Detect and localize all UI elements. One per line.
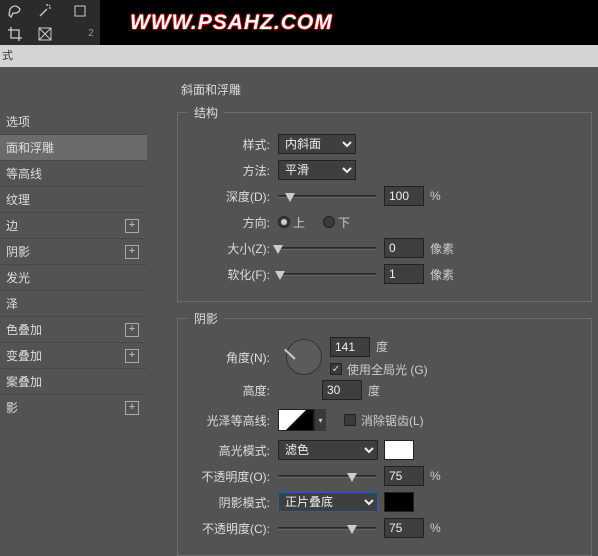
structure-legend: 结构 [188, 104, 224, 121]
depth-unit: % [430, 189, 441, 203]
gloss-label: 光泽等高线: [188, 412, 270, 429]
shadow-opacity-unit: % [430, 521, 441, 535]
banner-text: WWW.PSAHZ.COM [130, 11, 333, 35]
structure-group: 结构 样式: 内斜面 方法: 平滑 深度(D): % 方向: 上 下 [177, 104, 592, 302]
effects-sidebar: 选项 面和浮雕 等高线 纹理 边+ 阴影+ 发光 泽 色叠加+ 变叠加+ 案叠加… [0, 67, 147, 536]
highlight-opacity-label: 不透明度(O): [188, 468, 270, 485]
highlight-mode-label: 高光模式: [188, 442, 270, 459]
shadow-mode-label: 阴影模式: [188, 494, 270, 511]
sidebar-item-coloroverlay[interactable]: 色叠加+ [0, 316, 147, 342]
global-light-label: 使用全局光 (G) [347, 361, 428, 378]
sidebar-item-glow[interactable]: 发光 [0, 264, 147, 290]
sidebar-item-contour[interactable]: 等高线 [0, 160, 147, 186]
plus-icon[interactable]: + [125, 401, 139, 415]
plus-icon[interactable]: + [125, 323, 139, 337]
highlight-opacity-slider[interactable] [278, 469, 376, 483]
highlight-opacity-input[interactable] [384, 466, 424, 486]
sidebar-item-stroke[interactable]: 边+ [0, 212, 147, 238]
shading-legend: 阴影 [188, 310, 224, 327]
depth-slider[interactable] [278, 189, 376, 203]
soften-unit: 像素 [430, 266, 454, 283]
plus-icon[interactable]: + [125, 349, 139, 363]
technique-label: 方法: [188, 162, 270, 179]
antialias-label: 消除锯齿(L) [361, 412, 424, 429]
plus-icon[interactable]: + [125, 245, 139, 259]
panel-title: 斜面和浮雕 [181, 81, 592, 98]
sidebar-item-dropshadow[interactable]: 影+ [0, 394, 147, 420]
depth-label: 深度(D): [188, 188, 270, 205]
shadow-mode-select[interactable]: 正片叠底 [278, 492, 378, 512]
soften-input[interactable] [384, 264, 424, 284]
size-input[interactable] [384, 238, 424, 258]
sidebar-section-label: 选项 [0, 109, 147, 134]
sidebar-item-texture[interactable]: 纹理 [0, 186, 147, 212]
banner: WWW.PSAHZ.COM [100, 0, 598, 45]
altitude-label: 高度: [188, 382, 270, 399]
shadow-color-swatch[interactable] [384, 492, 414, 512]
shading-group: 阴影 角度(N): 度 使用全局光 (G) 高度: [177, 310, 592, 556]
angle-unit: 度 [376, 338, 388, 355]
direction-up-label: 上 [293, 214, 305, 231]
highlight-mode-select[interactable]: 滤色 [278, 440, 378, 460]
size-label: 大小(Z): [188, 240, 270, 257]
altitude-input[interactable] [322, 380, 362, 400]
sidebar-item-patternoverlay[interactable]: 案叠加 [0, 368, 147, 394]
soften-label: 软化(F): [188, 266, 270, 283]
soften-slider[interactable] [278, 267, 376, 281]
crop-icon[interactable] [0, 23, 30, 45]
direction-up-radio[interactable] [278, 216, 290, 228]
direction-down-radio[interactable] [323, 216, 335, 228]
technique-select[interactable]: 平滑 [278, 160, 356, 180]
direction-down-label: 下 [338, 214, 350, 231]
highlight-color-swatch[interactable] [384, 440, 414, 460]
size-slider[interactable] [278, 241, 376, 255]
antialias-checkbox[interactable] [344, 414, 356, 426]
tool-options-icon[interactable] [60, 0, 100, 22]
top-toolbar: 2 WWW.PSAHZ.COM [0, 0, 598, 45]
direction-label: 方向: [188, 214, 270, 231]
tool-number-indicator: 2 [60, 23, 100, 45]
wand-icon[interactable] [30, 0, 60, 22]
style-label: 样式: [188, 136, 270, 153]
gloss-contour-picker[interactable]: ▾ [278, 409, 326, 431]
depth-input[interactable] [384, 186, 424, 206]
lasso-icon[interactable] [0, 0, 30, 22]
slice-icon[interactable] [30, 23, 60, 45]
tab-row: 式 [0, 45, 598, 67]
angle-input[interactable] [330, 337, 370, 357]
tool-palette: 2 [0, 0, 100, 45]
sidebar-item-satin[interactable]: 泽 [0, 290, 147, 316]
shadow-opacity-input[interactable] [384, 518, 424, 538]
size-unit: 像素 [430, 240, 454, 257]
plus-icon[interactable]: + [125, 219, 139, 233]
highlight-opacity-unit: % [430, 469, 441, 483]
angle-label: 角度(N): [188, 349, 270, 366]
sidebar-item-gradientoverlay[interactable]: 变叠加+ [0, 342, 147, 368]
sidebar-item-bevel[interactable]: 面和浮雕 [0, 134, 147, 160]
global-light-checkbox[interactable] [330, 363, 342, 375]
shadow-opacity-label: 不透明度(C): [188, 520, 270, 537]
shadow-opacity-slider[interactable] [278, 521, 376, 535]
style-select[interactable]: 内斜面 [278, 134, 356, 154]
settings-panel: 斜面和浮雕 结构 样式: 内斜面 方法: 平滑 深度(D): % 方向: 上 [147, 67, 598, 536]
angle-dial[interactable] [286, 339, 322, 375]
altitude-unit: 度 [368, 382, 380, 399]
tab-label[interactable]: 式 [2, 50, 13, 62]
sidebar-item-innershadow[interactable]: 阴影+ [0, 238, 147, 264]
